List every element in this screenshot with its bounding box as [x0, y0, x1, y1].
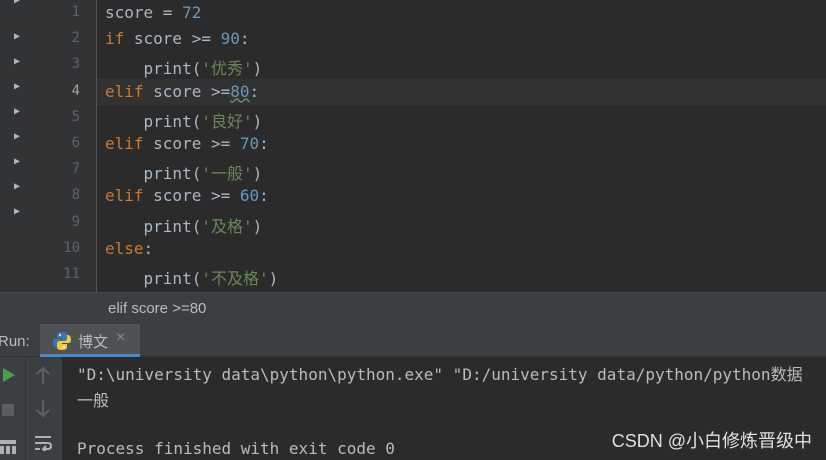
code-token: print( — [105, 269, 202, 288]
fold-arrow-icon[interactable]: ▶ — [14, 82, 20, 92]
code-token: 80 — [230, 81, 250, 101]
arrow-down-icon[interactable] — [36, 399, 50, 421]
run-tab-bowen[interactable]: 博文 × — [40, 324, 140, 357]
code-token: ) — [268, 269, 279, 288]
code-token: '及格' — [201, 216, 253, 236]
fold-strip: ▶ ▶ ▶ ▶ ▶ ▶ ▶ ▶ ▶ — [0, 0, 28, 292]
fold-arrow-icon[interactable]: ▶ — [14, 107, 20, 117]
play-icon[interactable] — [2, 367, 16, 387]
code-token: '优秀' — [201, 59, 253, 79]
code-line[interactable]: else: — [105, 239, 153, 258]
soft-wrap-icon[interactable] — [34, 435, 53, 455]
code-line[interactable]: elif score >= 60: — [105, 186, 269, 205]
run-tool-window-header: Run: 博文 × — [0, 324, 826, 357]
console-line: Process finished with exit code 0 — [77, 439, 395, 458]
code-token: else — [105, 238, 144, 258]
code-token: 90 — [220, 29, 240, 49]
line-number: 8 — [71, 187, 80, 204]
code-token: ) — [252, 216, 263, 236]
code-token: 72 — [182, 3, 202, 22]
code-token: score >= — [124, 29, 221, 49]
code-token: '不及格' — [201, 269, 269, 288]
line-number: 5 — [71, 108, 80, 125]
chevron-down-icon[interactable]: ▶ — [14, 0, 20, 6]
breadcrumb[interactable]: elif score >=80 — [108, 300, 206, 317]
code-line[interactable]: print('及格') — [105, 213, 263, 237]
code-token: score = — [105, 3, 183, 22]
fold-arrow-icon[interactable]: ▶ — [14, 57, 20, 67]
gutter-divider — [96, 0, 97, 292]
code-line[interactable]: print('良好') — [105, 108, 263, 132]
python-icon — [52, 331, 72, 355]
line-number-gutter: 1 2 3 4 5 6 7 8 9 10 11 — [28, 0, 96, 292]
code-token: print( — [105, 111, 202, 131]
code-token: elif — [105, 186, 144, 206]
code-line[interactable]: print('一般') — [105, 160, 263, 184]
run-tab-label: 博文 — [78, 334, 109, 351]
code-token: : — [249, 81, 260, 101]
code-token: score >= — [143, 186, 240, 206]
code-line[interactable]: elif score >=80: — [105, 82, 259, 101]
code-token: 70 — [239, 134, 260, 153]
toolbar-divider — [25, 357, 26, 460]
code-token: '一般' — [201, 164, 253, 184]
layout-icon[interactable] — [0, 439, 16, 458]
line-number: 10 — [63, 239, 80, 256]
code-line[interactable]: score = 72 — [105, 3, 201, 22]
console-line: "D:\university data\python\python.exe" "… — [77, 365, 803, 384]
code-token: ) — [252, 59, 263, 79]
line-number: 1 — [71, 4, 80, 20]
breadcrumb-bar: elif score >=80 — [0, 292, 826, 324]
fold-arrow-icon[interactable]: ▶ — [14, 132, 20, 142]
code-token: elif — [105, 134, 144, 153]
line-number: 6 — [71, 135, 80, 151]
line-number: 2 — [71, 30, 80, 47]
code-token: print( — [105, 164, 202, 184]
code-token: : — [259, 134, 269, 153]
csdn-watermark: CSDN @小白修炼晋级中 — [611, 431, 812, 451]
code-token: : — [143, 238, 154, 258]
arrow-up-icon[interactable] — [36, 366, 50, 389]
code-token: : — [239, 29, 250, 49]
code-line[interactable]: elif score >= 70: — [105, 134, 269, 153]
code-line[interactable]: print('优秀') — [105, 55, 263, 79]
code-token: '良好' — [201, 111, 253, 131]
line-number: 3 — [71, 56, 80, 73]
console-line: 一般 — [77, 391, 110, 410]
line-number: 4 — [71, 82, 80, 99]
run-label: Run: — [0, 333, 30, 350]
run-toolbar — [0, 357, 62, 460]
code-token: 60 — [239, 186, 260, 206]
fold-arrow-icon[interactable]: ▶ — [14, 182, 20, 192]
line-number: 9 — [71, 213, 80, 230]
code-token: score >= — [143, 134, 240, 153]
code-token: ) — [252, 111, 263, 131]
code-token: ) — [252, 164, 263, 184]
fold-arrow-icon[interactable]: ▶ — [14, 157, 20, 167]
line-number: 7 — [71, 161, 80, 178]
code-token: score >= — [143, 81, 231, 101]
code-line[interactable]: if score >= 90: — [105, 29, 250, 48]
code-token: : — [259, 186, 269, 206]
code-token: if — [105, 29, 125, 49]
close-icon[interactable]: × — [116, 329, 125, 347]
code-line[interactable]: print('不及格') — [105, 265, 279, 289]
fold-arrow-icon[interactable]: ▶ — [14, 207, 20, 217]
stop-icon[interactable] — [2, 401, 14, 420]
code-token: print( — [105, 216, 202, 236]
line-number: 11 — [63, 266, 80, 282]
code-token: print( — [105, 59, 202, 79]
code-token: elif — [105, 81, 144, 101]
fold-arrow-icon[interactable]: ▶ — [14, 32, 20, 42]
code-editor[interactable]: ▶ ▶ ▶ ▶ ▶ ▶ ▶ ▶ ▶ 1 2 3 4 5 6 7 8 9 10 11 score = 72 if sco… — [0, 0, 826, 292]
